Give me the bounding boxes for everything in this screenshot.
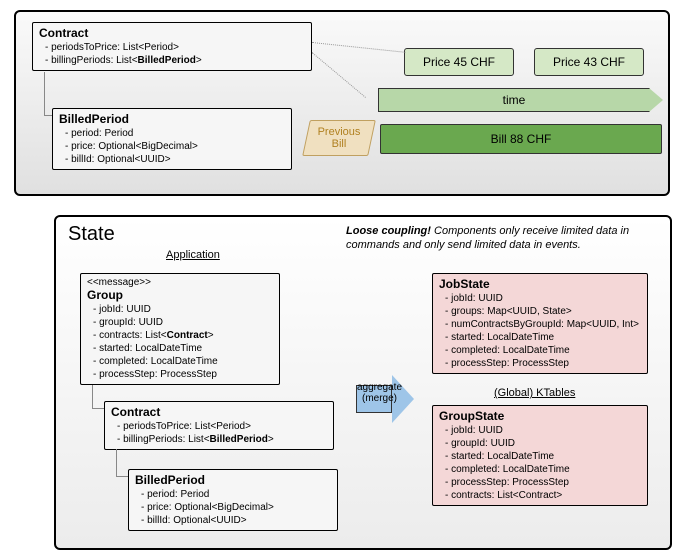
bill-box: Bill 88 CHF	[380, 124, 662, 154]
state-title: State	[68, 223, 115, 246]
jobstate-box: JobState jobId: UUID groups: Map<UUID, S…	[432, 273, 648, 374]
group-stereotype: <<message>>	[87, 277, 273, 288]
contract-title-b: Contract	[111, 405, 327, 419]
price-box-2: Price 43 CHF	[534, 48, 644, 76]
billedperiod-title-b: BilledPeriod	[135, 473, 331, 487]
contract-box-bottom: Contract periodsToPrice: List<Period> bi…	[104, 401, 334, 450]
loose-coupling-note: Loose coupling! Components only receive …	[346, 225, 666, 253]
previous-bill-box: Previous Bill	[302, 120, 376, 156]
time-arrow: time	[378, 88, 650, 112]
contract-fields-b: periodsToPrice: List<Period> billingPeri…	[111, 420, 327, 446]
ktables-heading: (Global) KTables	[494, 387, 575, 399]
groupstate-title: GroupState	[439, 409, 641, 423]
top-panel: Contract periodsToPrice: List<Period> bi…	[14, 10, 670, 196]
dotted-1	[312, 42, 406, 53]
billedperiod-title: BilledPeriod	[59, 112, 285, 126]
billedperiod-box-bottom: BilledPeriod period: Period price: Optio…	[128, 469, 338, 531]
contract-title: Contract	[39, 26, 305, 40]
price-box-1: Price 45 CHF	[404, 48, 514, 76]
application-heading: Application	[166, 249, 220, 261]
jobstate-fields: jobId: UUID groups: Map<UUID, State> num…	[439, 292, 641, 370]
group-fields: jobId: UUID groupId: UUID contracts: Lis…	[87, 303, 273, 381]
billedperiod-fields-b: period: Period price: Optional<BigDecima…	[135, 488, 331, 527]
jobstate-title: JobState	[439, 277, 641, 291]
contract-fields: periodsToPrice: List<Period> billingPeri…	[39, 41, 305, 67]
groupstate-fields: jobId: UUID groupId: UUID started: Local…	[439, 424, 641, 502]
group-title: Group	[87, 288, 273, 302]
bottom-panel: State Application Loose coupling! Compon…	[54, 215, 672, 550]
dotted-2	[312, 52, 366, 98]
billedperiod-box-top: BilledPeriod period: Period price: Optio…	[52, 108, 292, 170]
groupstate-box: GroupState jobId: UUID groupId: UUID sta…	[432, 405, 648, 506]
group-box: <<message>> Group jobId: UUID groupId: U…	[80, 273, 280, 385]
aggregate-label: aggregate(merge)	[352, 382, 407, 404]
billedperiod-fields: period: Period price: Optional<BigDecima…	[59, 127, 285, 166]
contract-box-top: Contract periodsToPrice: List<Period> bi…	[32, 22, 312, 71]
